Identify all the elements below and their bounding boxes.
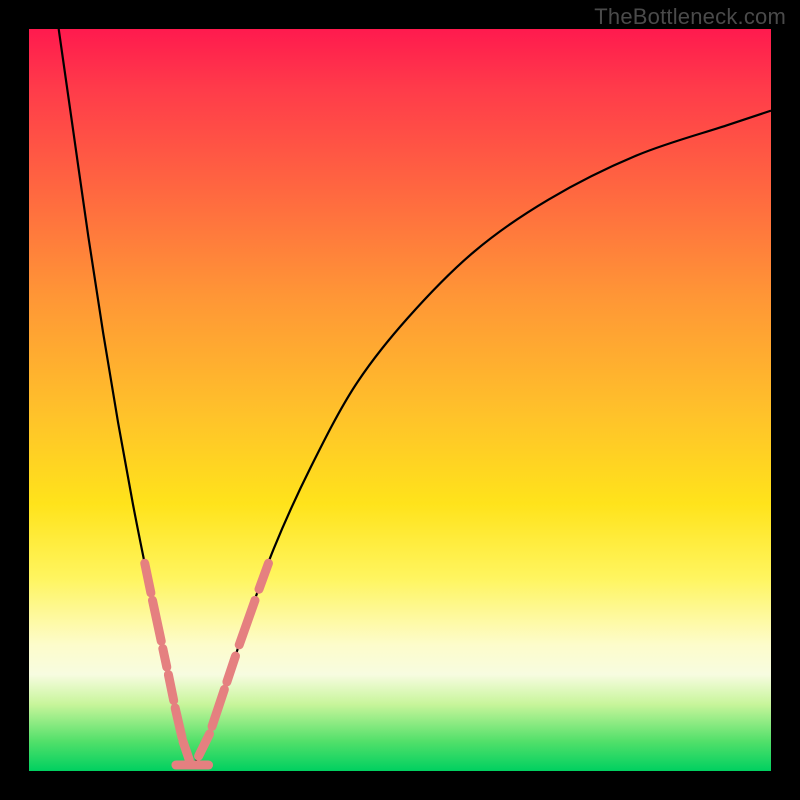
dash-marker — [212, 689, 224, 726]
dash-marker — [175, 708, 182, 738]
curve-left-branch — [59, 29, 193, 767]
curve-right-branch — [192, 111, 771, 768]
dash-marker — [227, 656, 236, 682]
dash-marker — [145, 563, 151, 593]
dash-marker — [183, 741, 189, 760]
dash-markers-left — [145, 563, 190, 760]
watermark-text: TheBottleneck.com — [594, 4, 786, 30]
dash-marker — [259, 563, 268, 589]
dash-marker — [163, 649, 167, 668]
plot-area — [29, 29, 771, 771]
bottleneck-curve-svg — [29, 29, 771, 771]
dash-marker — [168, 675, 173, 701]
dash-markers-right — [199, 563, 269, 756]
dash-marker — [199, 734, 210, 756]
dash-marker — [239, 600, 255, 645]
chart-frame: TheBottleneck.com — [0, 0, 800, 800]
dash-marker — [152, 600, 161, 641]
